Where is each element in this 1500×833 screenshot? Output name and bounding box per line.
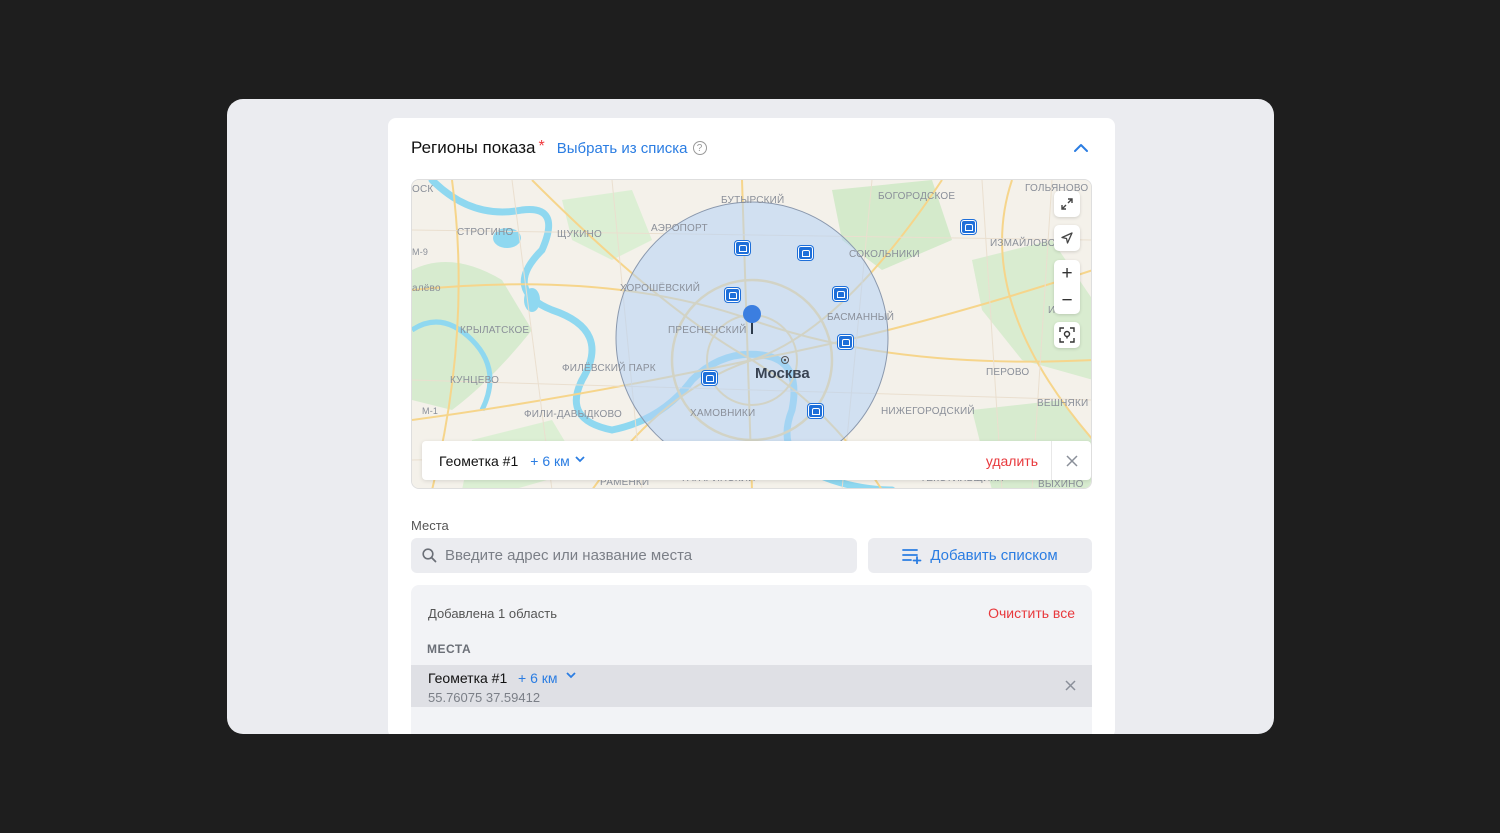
search-input[interactable] bbox=[445, 547, 845, 564]
map-label: КРЫЛАТСКОЕ bbox=[460, 325, 530, 336]
regions-card: Регионы показа * Выбрать из списка ? ОСК… bbox=[388, 118, 1115, 734]
map-view[interactable]: ОСК БУТЫРСКИЙ БОГОРОДСКОЕ ГОЛЬЯНОВО СТРО… bbox=[411, 179, 1092, 489]
geolocation-button[interactable] bbox=[1054, 225, 1080, 251]
add-list-button[interactable]: Добавить списком bbox=[868, 538, 1092, 573]
chevron-down-icon bbox=[575, 455, 585, 466]
select-from-list-link[interactable]: Выбрать из списка bbox=[557, 140, 688, 157]
city-label: Москва bbox=[755, 365, 810, 382]
map-label: ЩУКИНО bbox=[557, 229, 602, 240]
metro-icon bbox=[838, 335, 853, 349]
place-coordinates: 55.76075 37.59412 bbox=[428, 690, 541, 705]
window-frame: Регионы показа * Выбрать из списка ? ОСК… bbox=[227, 99, 1274, 734]
delete-geomark-button[interactable]: удалить bbox=[986, 453, 1038, 469]
geomark-radius-label: + 6 км bbox=[530, 452, 570, 469]
map-label: M-9 bbox=[412, 247, 429, 257]
geomark-radius-dropdown[interactable]: + 6 км bbox=[530, 453, 585, 469]
map-label: ИЗМАЙЛОВО bbox=[990, 238, 1056, 249]
map-label: ФИЛЁВСКИЙ ПАРК bbox=[562, 363, 656, 374]
metro-icon bbox=[735, 241, 750, 255]
metro-icon bbox=[833, 287, 848, 301]
add-list-label: Добавить списком bbox=[930, 547, 1058, 564]
map-label: ПРЕСНЕНСКИЙ bbox=[668, 325, 747, 336]
map-label: СТРОГИНО bbox=[457, 227, 514, 238]
navigation-arrow-icon bbox=[1061, 232, 1073, 244]
help-icon[interactable]: ? bbox=[692, 141, 707, 155]
map-label: алёво bbox=[412, 283, 441, 294]
map-label: M-1 bbox=[422, 406, 439, 416]
places-label: Места bbox=[411, 518, 449, 533]
geomark-name: Геометка #1 bbox=[439, 452, 519, 469]
map-label: БАСМАННЫЙ bbox=[827, 312, 895, 323]
zoom-in-button[interactable]: + bbox=[1054, 260, 1080, 287]
map-label: ХАМОВНИКИ bbox=[690, 408, 756, 419]
metro-icon bbox=[702, 371, 717, 385]
map-label: БУТЫРСКИЙ bbox=[721, 195, 785, 206]
added-count: Добавлена 1 область bbox=[428, 606, 557, 621]
map-label: БОГОРОДСКОЕ bbox=[878, 191, 956, 202]
map-label: НИЖЕГОРОДСКИЙ bbox=[881, 406, 975, 417]
locate-area-button[interactable] bbox=[1054, 322, 1080, 348]
chevron-down-icon bbox=[566, 671, 576, 682]
remove-place-button[interactable] bbox=[1065, 678, 1076, 696]
section-title: Регионы показа bbox=[411, 138, 536, 157]
map-label: АЭРОПОРТ bbox=[651, 223, 708, 234]
chevron-up-icon[interactable] bbox=[1071, 139, 1091, 157]
metro-icon bbox=[725, 288, 740, 302]
fullscreen-button[interactable] bbox=[1054, 191, 1080, 217]
metro-icon bbox=[798, 246, 813, 260]
map-label: КУНЦЕВО bbox=[450, 375, 500, 386]
clear-all-button[interactable]: Очистить все bbox=[988, 605, 1075, 621]
place-radius-dropdown[interactable]: + 6 км bbox=[518, 670, 558, 686]
search-icon bbox=[422, 548, 437, 563]
map-label: ХОРОШЁВСКИЙ bbox=[620, 283, 701, 294]
zoom-control: + − bbox=[1054, 260, 1080, 314]
list-add-icon bbox=[902, 548, 922, 564]
close-icon bbox=[1065, 680, 1076, 691]
metro-icon bbox=[808, 404, 823, 418]
focus-pin-icon bbox=[1059, 327, 1075, 343]
map-label: ОСК bbox=[412, 184, 434, 195]
map-label: ФИЛИ-ДАВЫДКОВО bbox=[524, 409, 623, 420]
section-header: Регионы показа * Выбрать из списка ? bbox=[411, 137, 1091, 159]
places-section-header: МЕСТА bbox=[427, 642, 472, 656]
place-search bbox=[411, 538, 857, 573]
selected-places-panel: Добавлена 1 область Очистить все МЕСТА Г… bbox=[411, 585, 1092, 734]
place-name: Геометка #1 bbox=[428, 670, 508, 686]
list-item[interactable]: Геометка #1 + 6 км 55.76075 37.59412 bbox=[411, 665, 1092, 707]
map-label: ПЕРОВО bbox=[986, 367, 1030, 378]
map-label: ВЕШНЯКИ bbox=[1037, 398, 1089, 409]
close-icon bbox=[1065, 454, 1078, 467]
required-mark: * bbox=[538, 138, 545, 155]
zoom-out-button[interactable]: − bbox=[1054, 287, 1080, 314]
close-geomark-button[interactable] bbox=[1051, 441, 1091, 480]
map-label: СОКОЛЬНИКИ bbox=[849, 249, 920, 260]
expand-icon bbox=[1061, 198, 1073, 210]
geomark-bar: Геометка #1 + 6 км удалить bbox=[422, 441, 1091, 480]
metro-icon bbox=[961, 220, 976, 234]
map-label: ВЫХИНО bbox=[1038, 479, 1084, 489]
